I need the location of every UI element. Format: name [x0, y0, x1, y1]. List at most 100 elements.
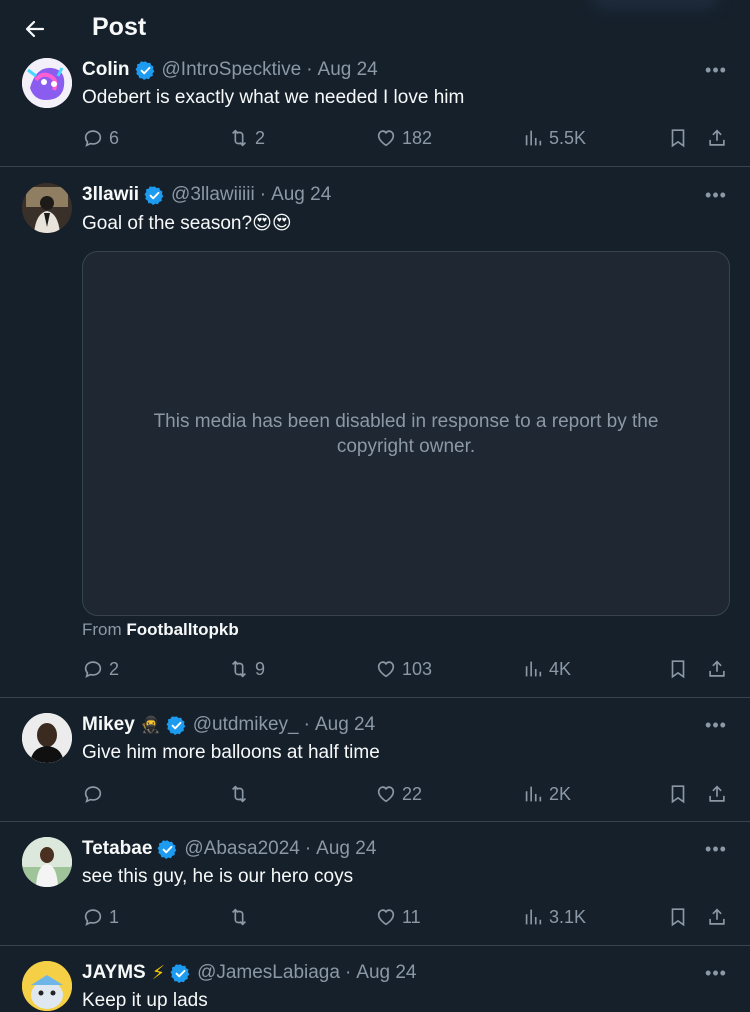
- repost-count: 9: [255, 658, 266, 679]
- views-count: 2K: [549, 783, 572, 804]
- like-count: 22: [402, 783, 423, 804]
- like-icon: [375, 906, 397, 928]
- post-text: Odebert is exactly what we needed I love…: [82, 87, 465, 108]
- from-source-link[interactable]: Footballtopkb: [126, 620, 238, 639]
- separator-dot: ·: [344, 962, 352, 983]
- media-notice-text: This media has been disabled in response…: [153, 410, 659, 457]
- verified-badge-icon: [144, 185, 165, 206]
- avatar[interactable]: [22, 183, 72, 233]
- like-button[interactable]: 103: [375, 655, 432, 683]
- post-text: Give him more balloons at half time: [82, 742, 380, 763]
- like-button[interactable]: 11: [375, 903, 421, 931]
- share-button[interactable]: [706, 780, 728, 808]
- handle[interactable]: @utdmikey_: [193, 714, 299, 736]
- name-emoji: ⚡: [151, 962, 166, 984]
- post-3llawii[interactable]: 3llawii @3llawiiiii · Aug 24 ••• Goal of…: [0, 167, 750, 698]
- handle[interactable]: @3llawiiiii: [171, 184, 255, 206]
- share-icon: [706, 658, 728, 680]
- back-arrow-icon: [25, 20, 45, 38]
- views-button[interactable]: 3.1K: [522, 903, 586, 931]
- more-icon[interactable]: •••: [704, 837, 728, 861]
- views-icon: [522, 127, 544, 149]
- more-icon[interactable]: •••: [704, 58, 728, 82]
- display-name[interactable]: Colin: [82, 59, 130, 81]
- repost-button[interactable]: 9: [228, 655, 265, 683]
- reply-button[interactable]: [82, 780, 109, 808]
- repost-icon: [228, 906, 250, 928]
- post-colin[interactable]: Colin @IntroSpecktive · Aug 24 ••• Odebe…: [0, 48, 750, 167]
- reply-button[interactable]: 2: [82, 655, 119, 683]
- views-button[interactable]: 5.5K: [522, 124, 586, 152]
- separator-dot: ·: [303, 714, 310, 735]
- post-mikey[interactable]: Mikey 🥷 @utdmikey_ · Aug 24 ••• Give him…: [0, 698, 750, 822]
- repost-icon: [228, 127, 250, 149]
- like-button[interactable]: 182: [375, 124, 432, 152]
- views-count: 5.5K: [549, 127, 587, 148]
- verified-badge-icon: [157, 839, 178, 860]
- like-icon: [375, 127, 397, 149]
- post-header: Tetabae @Abasa2024 · Aug 24: [82, 837, 376, 861]
- separator-dot: ·: [306, 59, 313, 80]
- post-date[interactable]: Aug 24: [318, 59, 378, 81]
- repost-button[interactable]: [228, 780, 255, 808]
- more-icon[interactable]: •••: [704, 961, 728, 985]
- post-tetabae[interactable]: Tetabae @Abasa2024 · Aug 24 ••• see this…: [0, 822, 750, 946]
- avatar[interactable]: [22, 713, 72, 763]
- repost-button[interactable]: [228, 903, 255, 931]
- reply-button[interactable]: 6: [82, 124, 119, 152]
- bookmark-icon: [667, 127, 689, 149]
- bookmark-button[interactable]: [667, 124, 689, 152]
- like-button[interactable]: 22: [375, 780, 422, 808]
- action-bar: 22 2K: [82, 780, 732, 808]
- bookmark-icon: [667, 783, 689, 805]
- post-date[interactable]: Aug 24: [316, 838, 376, 860]
- verified-badge-icon: [170, 963, 191, 984]
- more-icon[interactable]: •••: [704, 713, 728, 737]
- reply-button[interactable]: 1: [82, 903, 119, 931]
- post-text: Keep it up lads: [82, 990, 208, 1011]
- avatar[interactable]: [22, 58, 72, 108]
- handle[interactable]: @IntroSpecktive: [162, 59, 302, 81]
- post-header: Colin @IntroSpecktive · Aug 24: [82, 58, 378, 82]
- display-name[interactable]: Tetabae: [82, 838, 152, 860]
- post-text: see this guy, he is our hero coys: [82, 866, 354, 887]
- bookmark-button[interactable]: [667, 655, 689, 683]
- bookmark-button[interactable]: [667, 903, 689, 931]
- post-header: 3llawii @3llawiiiii · Aug 24: [82, 183, 331, 207]
- share-button[interactable]: [706, 655, 728, 683]
- handle[interactable]: @JamesLabiaga: [197, 962, 340, 984]
- repost-count: 2: [255, 127, 266, 148]
- like-count: 182: [402, 127, 433, 148]
- share-button[interactable]: [706, 124, 728, 152]
- post-jayms[interactable]: JAYMS ⚡ @JamesLabiaga · Aug 24 ••• Keep …: [0, 946, 750, 1012]
- post-date[interactable]: Aug 24: [271, 184, 331, 206]
- display-name[interactable]: 3llawii: [82, 184, 139, 206]
- repost-button[interactable]: 2: [228, 124, 265, 152]
- avatar[interactable]: [22, 961, 72, 1011]
- share-button[interactable]: [706, 903, 728, 931]
- handle[interactable]: @Abasa2024: [184, 838, 299, 860]
- reply-count: 1: [109, 906, 120, 927]
- display-name[interactable]: Mikey: [82, 714, 135, 736]
- reply-icon: [82, 127, 104, 149]
- post-date[interactable]: Aug 24: [356, 962, 416, 984]
- post-header: JAYMS ⚡ @JamesLabiaga · Aug 24: [82, 961, 417, 985]
- post-date[interactable]: Aug 24: [315, 714, 375, 736]
- views-count: 4K: [549, 658, 572, 679]
- views-button[interactable]: 2K: [522, 780, 571, 808]
- like-icon: [375, 783, 397, 805]
- views-icon: [522, 906, 544, 928]
- bookmark-icon: [667, 658, 689, 680]
- views-icon: [522, 658, 544, 680]
- display-name[interactable]: JAYMS: [82, 962, 146, 984]
- reply-count: 6: [109, 127, 120, 148]
- more-icon[interactable]: •••: [704, 183, 728, 207]
- bookmark-button[interactable]: [667, 780, 689, 808]
- avatar[interactable]: [22, 837, 72, 887]
- verified-badge-icon: [135, 60, 156, 81]
- share-icon: [706, 783, 728, 805]
- like-icon: [375, 658, 397, 680]
- reply-icon: [82, 783, 104, 805]
- views-button[interactable]: 4K: [522, 655, 571, 683]
- back-button[interactable]: [18, 12, 52, 46]
